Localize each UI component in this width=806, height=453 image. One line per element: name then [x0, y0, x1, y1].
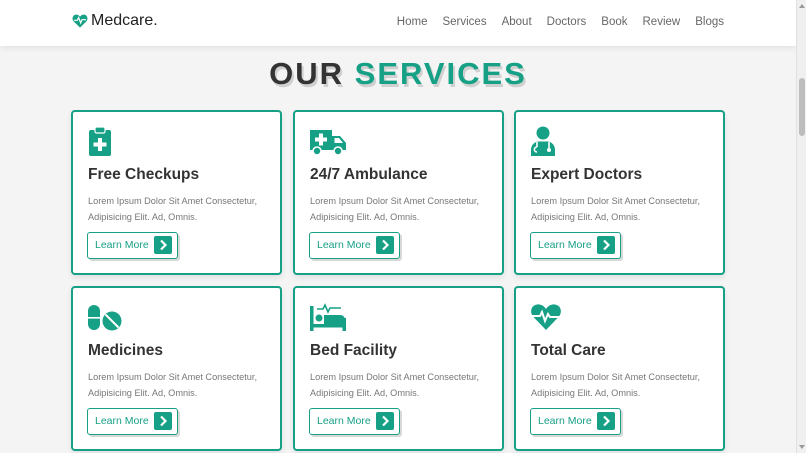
- card-title: Medicines: [88, 342, 163, 359]
- heading-word-our: OUR: [269, 56, 345, 91]
- service-card-medicines: Medicines Lorem Ipsum Dolor Sit Amet Con…: [71, 286, 282, 451]
- button-label: Learn More: [538, 415, 592, 427]
- card-title: Total Care: [531, 342, 606, 359]
- card-description: Lorem Ipsum Dolor Sit Amet Consectetur, …: [88, 372, 258, 398]
- page-scrollbar[interactable]: [796, 0, 806, 453]
- chevron-right-icon: [597, 412, 615, 430]
- heartbeat-icon: [531, 304, 561, 330]
- service-card-expert-doctors: Expert Doctors Lorem Ipsum Dolor Sit Ame…: [514, 110, 725, 275]
- chevron-right-icon: [597, 236, 615, 254]
- card-title: Bed Facility: [310, 342, 397, 359]
- nav-services[interactable]: Services: [442, 16, 486, 28]
- service-card-free-checkups: Free Checkups Lorem Ipsum Dolor Sit Amet…: [71, 110, 282, 275]
- bed-icon: [310, 303, 346, 331]
- card-description: Lorem Ipsum Dolor Sit Amet Consectetur, …: [531, 196, 701, 222]
- card-description: Lorem Ipsum Dolor Sit Amet Consectetur, …: [310, 196, 480, 222]
- chevron-right-icon: [154, 236, 172, 254]
- card-description: Lorem Ipsum Dolor Sit Amet Consectetur, …: [310, 372, 480, 398]
- nav-home[interactable]: Home: [397, 16, 428, 28]
- card-description: Lorem Ipsum Dolor Sit Amet Consectetur, …: [88, 196, 258, 222]
- card-description: Lorem Ipsum Dolor Sit Amet Consectetur, …: [531, 372, 701, 398]
- chevron-right-icon: [154, 412, 172, 430]
- pills-icon: [88, 305, 122, 331]
- learn-more-button[interactable]: Learn More: [87, 232, 178, 259]
- button-label: Learn More: [538, 239, 592, 251]
- learn-more-button[interactable]: Learn More: [530, 408, 621, 435]
- service-card-bed-facility: Bed Facility Lorem Ipsum Dolor Sit Amet …: [293, 286, 504, 451]
- brand-name: Medcare.: [91, 12, 158, 29]
- nav-blogs[interactable]: Blogs: [695, 16, 724, 28]
- scroll-thumb[interactable]: [799, 78, 805, 136]
- button-label: Learn More: [95, 239, 149, 251]
- nav-doctors[interactable]: Doctors: [547, 16, 587, 28]
- card-title: 24/7 Ambulance: [310, 166, 428, 183]
- button-label: Learn More: [95, 415, 149, 427]
- site-header: Medcare. Home Services About Doctors Boo…: [0, 0, 796, 46]
- ambulance-icon: [310, 130, 346, 156]
- card-title: Expert Doctors: [531, 166, 643, 183]
- service-card-total-care: Total Care Lorem Ipsum Dolor Sit Amet Co…: [514, 286, 725, 451]
- nav-book[interactable]: Book: [601, 16, 627, 28]
- nav-about[interactable]: About: [502, 16, 532, 28]
- heading-word-services: SERVICES: [354, 56, 527, 91]
- chevron-right-icon: [376, 412, 394, 430]
- button-label: Learn More: [317, 239, 371, 251]
- scroll-up-arrow[interactable]: [799, 4, 805, 8]
- chevron-right-icon: [376, 236, 394, 254]
- heartbeat-logo-icon: [72, 14, 88, 28]
- section-heading: OUR SERVICES: [0, 56, 796, 92]
- button-label: Learn More: [317, 415, 371, 427]
- card-title: Free Checkups: [88, 166, 200, 183]
- learn-more-button[interactable]: Learn More: [309, 232, 400, 259]
- learn-more-button[interactable]: Learn More: [87, 408, 178, 435]
- brand-logo[interactable]: Medcare.: [72, 12, 158, 30]
- nav-review[interactable]: Review: [643, 16, 681, 28]
- scroll-down-arrow[interactable]: [799, 445, 805, 449]
- learn-more-button[interactable]: Learn More: [530, 232, 621, 259]
- clipboard-medical-icon: [89, 126, 111, 156]
- learn-more-button[interactable]: Learn More: [309, 408, 400, 435]
- main-nav: Home Services About Doctors Book Review …: [382, 16, 724, 28]
- service-card-ambulance: 24/7 Ambulance Lorem Ipsum Dolor Sit Ame…: [293, 110, 504, 275]
- doctor-icon: [531, 126, 555, 156]
